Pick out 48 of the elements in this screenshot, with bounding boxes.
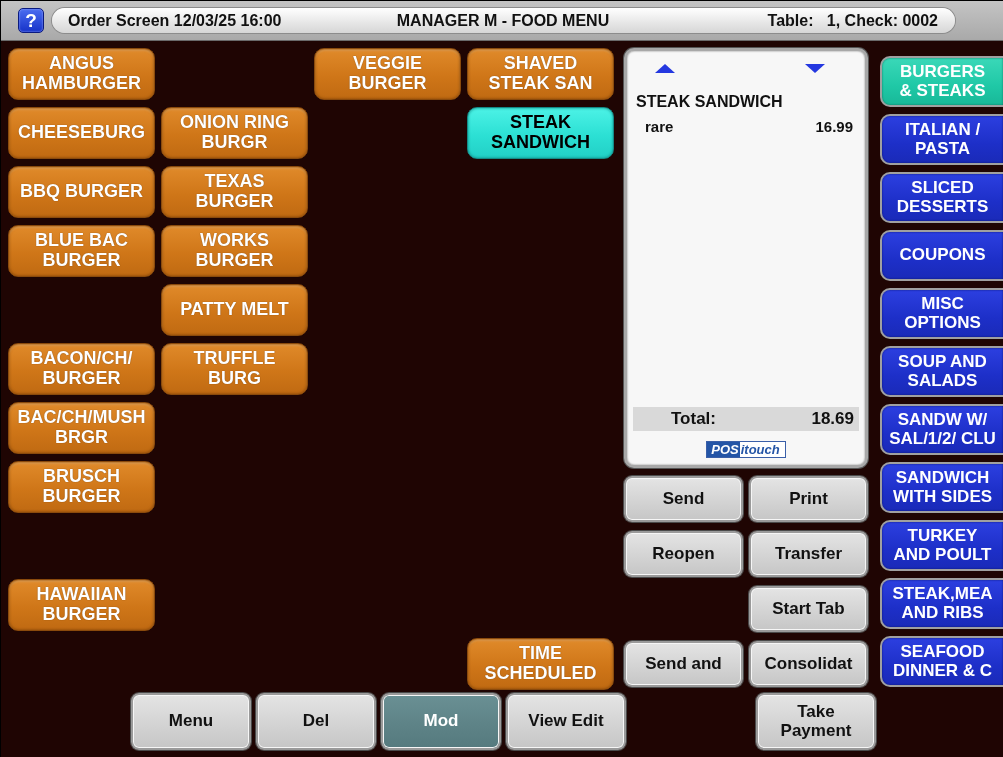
function-key-button[interactable]: View Edit <box>506 693 626 750</box>
menu-item-button[interactable]: TIME SCHEDULED <box>467 638 614 690</box>
category-tab[interactable]: SANDW W/ SAL/1/2/ CLU <box>880 404 1003 455</box>
action-button[interactable]: Print <box>749 476 868 522</box>
function-key-button[interactable]: Menu <box>131 693 251 750</box>
total-label: Total: <box>671 409 716 429</box>
menu-item-button[interactable]: ANGUS HAMBURGER <box>8 48 155 100</box>
category-tab[interactable]: TURKEY AND POULT <box>880 520 1003 571</box>
menu-item-button[interactable]: BACON/CH/ BURGER <box>8 343 155 395</box>
category-tab[interactable]: COUPONS <box>880 230 1003 281</box>
action-button[interactable]: Reopen <box>624 531 743 577</box>
category-tab[interactable]: SEAFOOD DINNER & C <box>880 636 1003 687</box>
menu-item-button[interactable]: VEGGIE BURGER <box>314 48 461 100</box>
total-amount: 18.69 <box>811 409 854 429</box>
action-button[interactable]: Transfer <box>749 531 868 577</box>
category-tab[interactable]: SOUP AND SALADS <box>880 346 1003 397</box>
action-button[interactable]: Send <box>624 476 743 522</box>
modifier-text: rare <box>645 118 674 135</box>
menu-item-button[interactable]: TEXAS BURGER <box>161 166 308 218</box>
menu-item-button[interactable]: BAC/CH/MUSH BRGR <box>8 402 155 454</box>
category-tab[interactable]: MISC OPTIONS <box>880 288 1003 339</box>
action-button[interactable]: Start Tab <box>749 586 868 632</box>
brand-logo: POSitouch <box>706 441 786 458</box>
menu-item-button[interactable]: ONION RING BURGR <box>161 107 308 159</box>
menu-item-button[interactable]: HAWAIIAN BURGER <box>8 579 155 631</box>
down-arrow-icon[interactable] <box>805 64 825 73</box>
category-tab[interactable]: SANDWICH WITH SIDES <box>880 462 1003 513</box>
help-button[interactable]: ? <box>18 8 44 33</box>
price-text: 16.99 <box>815 118 853 135</box>
menu-item-button[interactable]: BLUE BAC BURGER <box>8 225 155 277</box>
action-button[interactable]: Send and <box>624 641 743 687</box>
menu-item-button[interactable]: BRUSCH BURGER <box>8 461 155 513</box>
category-tab[interactable]: ITALIAN / PASTA <box>880 114 1003 165</box>
category-tab[interactable]: SLICED DESSERTS <box>880 172 1003 223</box>
menu-item-button[interactable]: WORKS BURGER <box>161 225 308 277</box>
order-item-text: STEAK SANDWICH <box>635 93 784 111</box>
function-key-button[interactable]: Mod <box>381 693 501 750</box>
screen-info-text: Order Screen 12/03/25 16:00 <box>68 11 282 30</box>
action-button[interactable]: Consolidat <box>749 641 868 687</box>
menu-item-button[interactable]: STEAK SANDWICH <box>467 107 614 159</box>
category-tab[interactable]: STEAK,MEA AND RIBS <box>880 578 1003 629</box>
check-info-text: Table: 1, Check: 0002 <box>767 11 938 30</box>
function-key-button[interactable]: Take Payment <box>756 693 876 750</box>
function-key-button[interactable]: Del <box>256 693 376 750</box>
menu-item-button[interactable]: TRUFFLE BURG <box>161 343 308 395</box>
screen-title: MANAGER M - FOOD MENU <box>396 11 610 30</box>
up-arrow-icon[interactable] <box>655 64 675 73</box>
menu-item-button[interactable]: SHAVED STEAK SAN <box>467 48 614 100</box>
